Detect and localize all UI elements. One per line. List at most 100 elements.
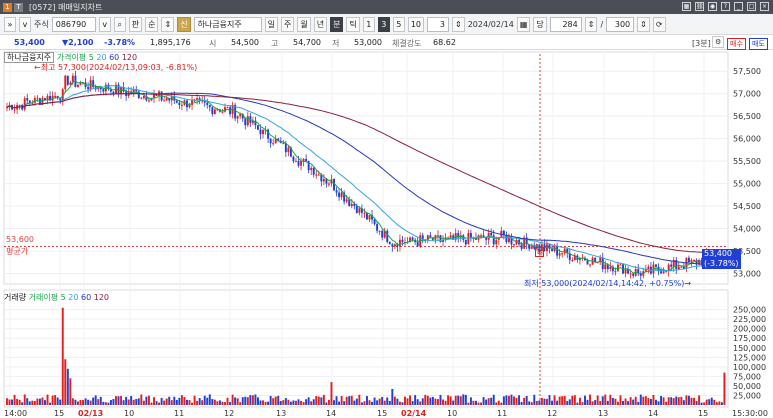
expand-left-button[interactable]: » [4, 16, 16, 32]
candle-body [23, 98, 26, 110]
period-month[interactable]: 월 [297, 16, 311, 32]
candle-body [206, 102, 209, 105]
period-day[interactable]: 일 [264, 16, 278, 32]
volume-bar [350, 395, 353, 405]
volume-bar [122, 400, 125, 405]
volume-y-tick: 250,000 [733, 306, 766, 315]
volume-bar [246, 397, 249, 405]
x-axis-label: 12 [547, 409, 557, 418]
volume-bar [480, 402, 483, 405]
grid-icon[interactable]: ▦ [682, 2, 691, 11]
search-icon[interactable]: ⌕ [113, 16, 126, 32]
volume-bar [469, 397, 472, 405]
count-spin-icon[interactable]: ⇕ [584, 16, 598, 32]
candle-body [670, 264, 673, 267]
trading-volume: 1,895,176 [150, 38, 191, 47]
period-week[interactable]: 주 [280, 16, 295, 32]
price-y-tick: 54,000 [733, 225, 761, 234]
volume-legend: 거래량 거래이평 5 20 60 120 [4, 292, 109, 303]
high-annotation: ←최고 57,300(2024/02/13,09:03, -6.81%) [34, 63, 198, 72]
volume-bar [16, 399, 19, 405]
interval-10[interactable]: 10 [407, 16, 424, 32]
volume-bar [439, 394, 442, 405]
candle-body [693, 260, 695, 262]
high-label: 고 [271, 39, 279, 48]
maximize-icon[interactable]: □ [747, 2, 756, 11]
pan-button[interactable]: 판 [128, 16, 143, 32]
volume-bar [109, 400, 112, 405]
volume-pane-frame [3, 289, 729, 408]
volume-bar [163, 400, 166, 405]
candle-body [302, 158, 305, 162]
candle-body [340, 192, 343, 198]
volume-bar [54, 395, 57, 405]
volume-bar [315, 396, 318, 405]
camera-icon[interactable]: ◉ [708, 2, 717, 11]
interval-input[interactable]: 3 [427, 16, 449, 32]
trading-chart[interactable]: 57,500 57,000 56,500 56,000 55,500 55,000 54,5… [0, 50, 773, 418]
x-axis-label: 13 [276, 409, 286, 418]
period-year[interactable]: 년 [313, 16, 328, 32]
market-dropdown-button[interactable]: v [19, 16, 31, 32]
period-tick[interactable]: 틱 [346, 16, 360, 32]
stock-code-input[interactable]: 086790 [51, 16, 96, 32]
volume-bar [203, 395, 206, 405]
calendar-icon[interactable]: ▦ [516, 16, 531, 32]
date-field[interactable]: 2024/02/14 [468, 20, 514, 29]
x-axis-label: 13 [598, 409, 608, 418]
buy-button[interactable]: 매수 [727, 38, 746, 50]
interval-3[interactable]: 3 [377, 16, 390, 32]
volume-bar [611, 398, 614, 405]
volume-bar [543, 398, 546, 405]
volume-bar [335, 396, 338, 405]
sun-button[interactable]: 순 [145, 16, 159, 32]
x-axis-label: 15 [54, 409, 64, 418]
interval-1[interactable]: 1 [362, 16, 375, 32]
candle-body [335, 190, 338, 193]
price-ma-5-line [6, 80, 725, 275]
volume-bar [360, 402, 363, 405]
volume-bar [421, 398, 424, 405]
volume-bar [153, 397, 155, 405]
total-spin-icon[interactable]: ⇕ [637, 16, 650, 32]
interval-5[interactable]: 5 [392, 16, 405, 32]
close-icon[interactable]: × [760, 2, 769, 11]
candle-body [226, 107, 229, 109]
dang-button[interactable]: 당 [533, 16, 547, 32]
candle-body [165, 98, 168, 101]
volume-bar [482, 397, 485, 405]
price-y-tick: 57,000 [733, 90, 761, 99]
period-minute[interactable]: 분 [330, 16, 344, 32]
volume-bar [566, 401, 569, 405]
refresh-icon[interactable]: ⟳ [652, 16, 666, 32]
code-dropdown-button[interactable]: v [98, 16, 111, 32]
candle-body [315, 174, 318, 176]
volume-bar [327, 399, 330, 405]
count-input[interactable]: 284 [549, 16, 582, 32]
volume-bar [576, 402, 579, 405]
minimize-icon[interactable]: _ [734, 2, 743, 11]
buy-marker[interactable]: B [535, 247, 544, 257]
sell-button[interactable]: 매도 [749, 38, 768, 50]
link-icon[interactable]: ⛓ [695, 2, 704, 11]
total-input[interactable]: 300 [606, 16, 635, 32]
settings-gear-icon[interactable]: ⚙ [712, 36, 725, 48]
sort-arrows-button[interactable]: ⇕ [161, 16, 175, 32]
volume-bar [371, 401, 374, 405]
volume-bar [558, 396, 561, 405]
candle-body [449, 235, 452, 238]
help-icon[interactable]: ? [721, 2, 730, 11]
volume-bar [191, 402, 194, 405]
candle-body [178, 102, 181, 105]
volume-bar [409, 395, 412, 405]
volume-bar [693, 397, 695, 405]
volume-bar [373, 397, 376, 405]
volume-bar [94, 395, 97, 405]
candle-body [687, 257, 690, 263]
volume-bar [183, 397, 186, 405]
volume-bar [546, 398, 548, 405]
interval-spin-icon[interactable]: ⇕ [452, 16, 465, 32]
candle-body [401, 239, 404, 243]
volume-bar [6, 398, 8, 405]
count-separator: / [600, 19, 604, 29]
